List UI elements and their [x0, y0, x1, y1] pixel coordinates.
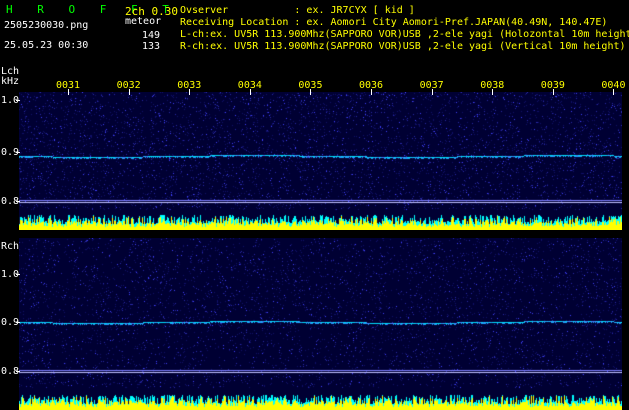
minute-tick — [249, 89, 251, 95]
y-tick — [16, 152, 20, 153]
lch-info-line: L-ch:ex. UV5R 113.900Mhz(SAPPORO VOR)USB… — [180, 29, 629, 40]
lch-y-label-1.0: 1.0 — [1, 95, 20, 106]
minute-tick — [371, 89, 372, 95]
rch-info-line: R-ch:ex. UV5R 113.900Mhz(SAPPORO VOR)USB… — [180, 41, 626, 52]
y-tick — [16, 100, 20, 101]
minute-tick — [552, 89, 554, 95]
rch-y-label-0.8: 0.8 — [1, 366, 20, 377]
rch-y-label-0.9: 0.9 — [1, 317, 20, 328]
minute-tick — [613, 89, 615, 95]
count-rch: 133 — [142, 41, 161, 52]
observer-line: Ovserver : ex. JR7CYX [ kid ] — [180, 5, 415, 16]
minute-tick — [310, 89, 312, 95]
minute-tick — [128, 89, 130, 95]
y-tick — [16, 371, 20, 372]
rch-label: Rch — [1, 241, 20, 252]
minute-tick — [492, 89, 494, 95]
y-tick — [16, 201, 20, 202]
mode-label: meteor — [125, 16, 162, 27]
rch-spectrogram-canvas — [19, 238, 622, 410]
lch-y-label-0.9: 0.9 — [1, 147, 20, 158]
filename-label: 2505230030.png — [4, 20, 89, 31]
lch-spectrogram-canvas — [19, 92, 622, 230]
location-line: Receiving Location : ex. Aomori City Aom… — [180, 17, 608, 28]
y-tick — [16, 322, 20, 323]
lch-y-label-0.8: 0.8 — [1, 196, 20, 207]
lch-spectrogram — [19, 92, 622, 230]
minute-tick — [189, 89, 191, 95]
y-tick — [16, 274, 20, 275]
minute-tick — [431, 89, 433, 95]
timestamp-label: 25.05.23 00:30 — [4, 40, 89, 51]
rch-y-label-1.0: 1.0 — [1, 269, 20, 280]
lch-unit-label: kHz — [1, 76, 20, 87]
minute-tick — [68, 89, 69, 95]
rch-spectrogram — [19, 238, 622, 410]
